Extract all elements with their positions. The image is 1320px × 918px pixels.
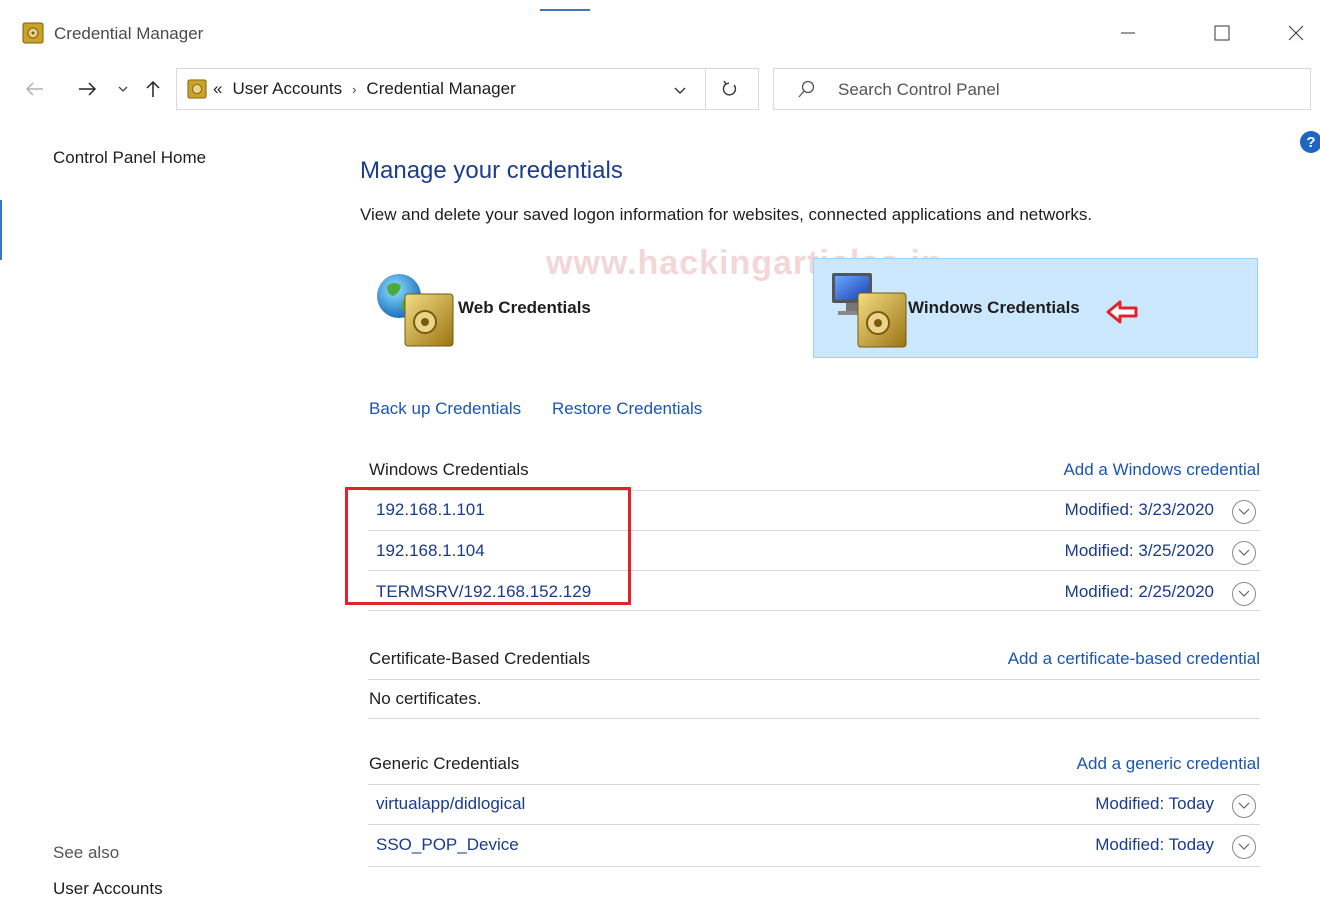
up-button[interactable]: [140, 76, 166, 102]
credential-manager-icon: [22, 22, 44, 44]
refresh-icon: [722, 80, 737, 96]
add-windows-credential-link[interactable]: Add a Windows credential: [960, 460, 1260, 480]
windows-credentials-label: Windows Credentials: [908, 298, 1080, 317]
title-bar: Credential Manager: [0, 0, 1320, 66]
generic-credentials-section-title: Generic Credentials: [369, 754, 520, 773]
expand-chevron-icon[interactable]: [1232, 835, 1256, 859]
divider: [368, 679, 1260, 680]
page-title: Manage your credentials: [360, 157, 623, 184]
maximize-icon: [1214, 25, 1230, 41]
see-also-label: See also: [53, 843, 120, 862]
recent-dropdown-icon: [118, 86, 128, 92]
address-dropdown-button[interactable]: [673, 83, 687, 101]
annotation-arrow-icon: [1106, 300, 1140, 329]
credential-modified-date: Modified: 2/25/2020: [1064, 582, 1214, 601]
add-generic-credential-link[interactable]: Add a generic credential: [960, 754, 1260, 774]
expand-chevron-icon[interactable]: [1232, 794, 1256, 818]
close-button[interactable]: [1272, 14, 1320, 52]
forward-button[interactable]: [74, 76, 100, 102]
annotation-highlight-box: [345, 487, 631, 605]
web-credentials-tile[interactable]: Web Credentials: [373, 264, 633, 354]
refresh-button[interactable]: [721, 79, 739, 104]
maximize-button[interactable]: [1198, 14, 1246, 52]
recent-locations-button[interactable]: [110, 76, 136, 102]
user-accounts-link[interactable]: User Accounts: [53, 879, 163, 899]
help-icon[interactable]: ?: [1300, 131, 1320, 153]
expand-chevron-icon[interactable]: [1232, 541, 1256, 565]
minimize-icon: [1121, 32, 1135, 34]
credential-modified-date: Modified: Today: [1095, 794, 1214, 813]
windows-credentials-section-title: Windows Credentials: [369, 460, 529, 479]
credential-item-name[interactable]: SSO_POP_Device: [376, 835, 519, 855]
breadcrumb-user-accounts[interactable]: User Accounts: [232, 79, 342, 99]
credential-manager-icon: [187, 79, 207, 99]
breadcrumb-credential-manager[interactable]: Credential Manager: [366, 79, 515, 99]
up-arrow-icon: [146, 80, 160, 97]
restore-credentials-link[interactable]: Restore Credentials: [552, 399, 702, 419]
expand-chevron-icon[interactable]: [1232, 500, 1256, 524]
page-description: View and delete your saved logon informa…: [360, 205, 1093, 224]
certificate-credentials-section-title: Certificate-Based Credentials: [369, 649, 591, 668]
web-credentials-label: Web Credentials: [458, 298, 591, 317]
control-panel-home-link[interactable]: Control Panel Home: [53, 148, 206, 168]
divider: [368, 718, 1260, 719]
credential-modified-date: Modified: 3/23/2020: [1064, 500, 1214, 519]
divider: [368, 866, 1260, 867]
breadcrumb-separator-icon: ›: [352, 81, 357, 97]
back-up-credentials-link[interactable]: Back up Credentials: [369, 399, 521, 419]
breadcrumb: « User Accounts › Credential Manager: [213, 79, 516, 99]
search-icon: [798, 80, 816, 103]
address-bar[interactable]: « User Accounts › Credential Manager: [176, 68, 759, 110]
add-certificate-credential-link[interactable]: Add a certificate-based credential: [900, 649, 1260, 669]
search-input[interactable]: Search Control Panel: [773, 68, 1311, 110]
close-icon: [1288, 25, 1304, 41]
back-arrow-icon: [26, 82, 43, 96]
no-certificates-text: No certificates.: [369, 689, 482, 708]
breadcrumb-overflow[interactable]: «: [213, 79, 222, 99]
windows-credentials-tile[interactable]: Windows Credentials: [813, 258, 1258, 358]
globe-vault-icon: [373, 272, 457, 355]
back-button[interactable]: [22, 76, 48, 102]
chevron-down-icon: [674, 87, 686, 94]
divider: [368, 824, 1260, 825]
credential-modified-date: Modified: Today: [1095, 835, 1214, 854]
search-placeholder: Search Control Panel: [838, 80, 1000, 99]
computer-vault-icon: [828, 269, 912, 356]
minimize-button[interactable]: [1104, 14, 1152, 52]
divider: [368, 610, 1260, 611]
window-title: Credential Manager: [54, 24, 204, 43]
divider: [368, 784, 1260, 785]
forward-arrow-icon: [79, 82, 96, 96]
address-divider: [705, 69, 706, 109]
window-left-edge: [0, 200, 4, 380]
credential-item-name[interactable]: virtualapp/didlogical: [376, 794, 525, 814]
credential-modified-date: Modified: 3/25/2020: [1064, 541, 1214, 560]
expand-chevron-icon[interactable]: [1232, 582, 1256, 606]
